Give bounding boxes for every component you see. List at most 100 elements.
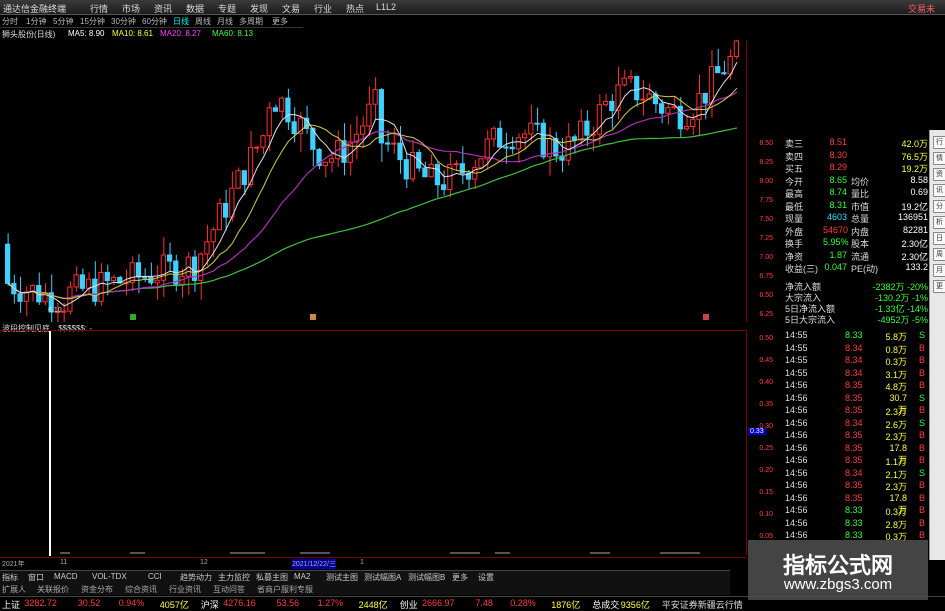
tick-row[interactable]: 14:56 8.34 2.1万 S [783, 467, 928, 480]
indicator-tab[interactable]: 窗口 [28, 572, 44, 583]
indicator-tab[interactable]: 测试幅图B [408, 572, 445, 583]
tick-row[interactable]: 14:56 8.35 17.8万 B [783, 493, 928, 515]
sidebar-button[interactable]: 情 [933, 152, 945, 165]
date-axis: 2021年 11 12 2021/12/22/三 1 [0, 557, 746, 570]
tick-row[interactable]: 14:56 8.35 30.7万 S [783, 393, 928, 415]
candle-body [384, 142, 391, 145]
period-tab[interactable]: 30分钟 [111, 16, 136, 27]
candle-body [260, 135, 266, 148]
candle-body [441, 184, 447, 191]
menu-item-industry[interactable]: 行业 [314, 2, 332, 15]
tick-row[interactable]: 14:55 8.34 3.1万 B [783, 368, 928, 380]
tick-row[interactable]: 14:56 8.35 2.3万 B [783, 480, 928, 492]
tick-row[interactable]: 14:56 8.35 1.1万 B [783, 455, 928, 467]
menu-item-news[interactable]: 资讯 [154, 2, 172, 15]
candle-body [521, 133, 528, 139]
tick-time: 14:56 [785, 467, 808, 478]
candle-body [702, 92, 708, 104]
period-tab[interactable]: 月线 [217, 16, 233, 27]
sidebar-button[interactable]: 行 [933, 136, 945, 149]
sidebar-button[interactable]: 资 [933, 168, 945, 181]
period-tab[interactable]: 分时 [2, 16, 18, 27]
menu-item-trade[interactable]: 文易 [282, 2, 300, 15]
sidebar-button[interactable]: 月 [933, 264, 945, 277]
tick-list[interactable]: 14:55 8.33 5.8万 S 14:55 8.34 0.8万 B 14:55 8.34 0.3… [783, 330, 928, 555]
indicator-tab[interactable]: 测试幅图A [364, 572, 401, 583]
candle-body [578, 120, 584, 141]
tick-price: 8.34 [845, 355, 863, 365]
sidebar-button[interactable]: 分 [933, 200, 945, 213]
sidebar-button[interactable]: 讯 [933, 184, 945, 197]
info-tab[interactable]: 资金分布 [81, 584, 113, 595]
sidebar-button[interactable]: 析 [933, 216, 945, 229]
info-tab[interactable]: 综合资讯 [125, 584, 157, 595]
login-status[interactable]: 交易未 [908, 2, 935, 15]
status-item: 平安证券新疆云行情 [661, 600, 743, 610]
period-tab[interactable]: 5分钟 [53, 16, 73, 27]
date-label: 11 [60, 559, 68, 566]
tick-row[interactable]: 14:56 8.35 4.8万 B [783, 380, 928, 392]
price-tick: 6.50 [759, 292, 773, 299]
tick-row[interactable]: 14:56 8.35 2.3万 B [783, 405, 928, 417]
tick-side: B [918, 442, 925, 453]
candlestick-chart[interactable]: 6.10 [0, 40, 746, 322]
period-tab[interactable]: 60分钟 [142, 16, 167, 27]
indicator-tab[interactable]: MACD [54, 572, 78, 581]
tick-row[interactable]: 14:55 8.33 5.8万 S [783, 330, 928, 342]
indicator-tab[interactable]: 测试主图 [326, 572, 358, 583]
status-item: 4057亿 [159, 600, 189, 610]
candle-body [659, 103, 665, 114]
price-tick: 7.50 [759, 216, 773, 223]
sidebar-button[interactable]: 更 [933, 280, 945, 293]
status-item: 30.52 [77, 598, 101, 608]
indicator-tab[interactable]: MA2 [294, 572, 310, 581]
indicator-tab[interactable]: 设置 [478, 572, 494, 583]
menu-item-discover[interactable]: 发现 [250, 2, 268, 15]
menu-item-hot[interactable]: 热点 [346, 2, 364, 15]
menu-item-data[interactable]: 数据 [186, 2, 204, 15]
tick-row[interactable]: 14:56 8.33 0.3万 B [783, 505, 928, 517]
indicator-tab[interactable]: 更多 [452, 572, 468, 583]
indicator-tab[interactable]: 趋势动力 [180, 572, 212, 583]
menu-item-level2[interactable]: L1L2 [376, 2, 396, 12]
menu-item-quotes[interactable]: 行情 [90, 2, 108, 15]
indicator-tab[interactable]: CCI [148, 572, 162, 581]
tick-time: 14:56 [785, 480, 808, 490]
indicator-tab[interactable]: 指标 [2, 572, 18, 583]
tick-row[interactable]: 14:56 8.35 2.3万 B [783, 430, 928, 442]
candle-body [540, 122, 546, 158]
period-tab-active[interactable]: 日线 [173, 16, 189, 27]
period-tab[interactable]: 周线 [195, 16, 211, 27]
info-tab[interactable]: 省商户服利专服 [257, 584, 313, 595]
tick-row[interactable]: 14:56 8.34 2.6万 S [783, 418, 928, 430]
period-tab[interactable]: 15分钟 [80, 16, 105, 27]
candle-body [272, 107, 279, 112]
menu-item-market[interactable]: 市场 [122, 2, 140, 15]
sidebar-button[interactable]: 日 [933, 232, 945, 245]
price-tick: 7.00 [759, 254, 773, 261]
candle-body [615, 84, 621, 112]
tick-row[interactable]: 14:56 8.35 17.8万 B [783, 442, 928, 465]
sub-indicator-chart[interactable] [0, 330, 746, 556]
info-tab[interactable]: 关联报价 [37, 584, 69, 595]
tick-side: B [918, 430, 925, 440]
candle-body [634, 76, 640, 101]
tick-time: 14:56 [785, 530, 808, 540]
info-tab[interactable]: 行业资讯 [169, 584, 201, 595]
period-tab[interactable]: 1分钟 [26, 16, 46, 27]
candle-body [110, 276, 117, 282]
quote-row: 收益(三) 0.047 PE(动) 133.2 [783, 262, 928, 274]
sub-tick: 0.10 [759, 511, 773, 518]
info-tab[interactable]: 扩展人 [2, 584, 26, 595]
period-tab[interactable]: 更多 [272, 16, 288, 27]
period-tab[interactable]: 多周期 [239, 16, 263, 27]
indicator-tab[interactable]: VOL-TDX [92, 572, 127, 581]
tick-row[interactable]: 14:56 8.33 2.8万 B [783, 518, 928, 530]
tick-row[interactable]: 14:55 8.34 0.8万 B [783, 343, 928, 355]
info-tab[interactable]: 互动问答 [213, 584, 245, 595]
sidebar-button[interactable]: 周 [933, 248, 945, 261]
menu-item-topics[interactable]: 专题 [218, 2, 236, 15]
indicator-tab[interactable]: 主力监控 [218, 572, 250, 583]
tick-row[interactable]: 14:55 8.34 0.3万 B [783, 355, 928, 367]
indicator-tab[interactable]: 私募主图 [256, 572, 288, 583]
